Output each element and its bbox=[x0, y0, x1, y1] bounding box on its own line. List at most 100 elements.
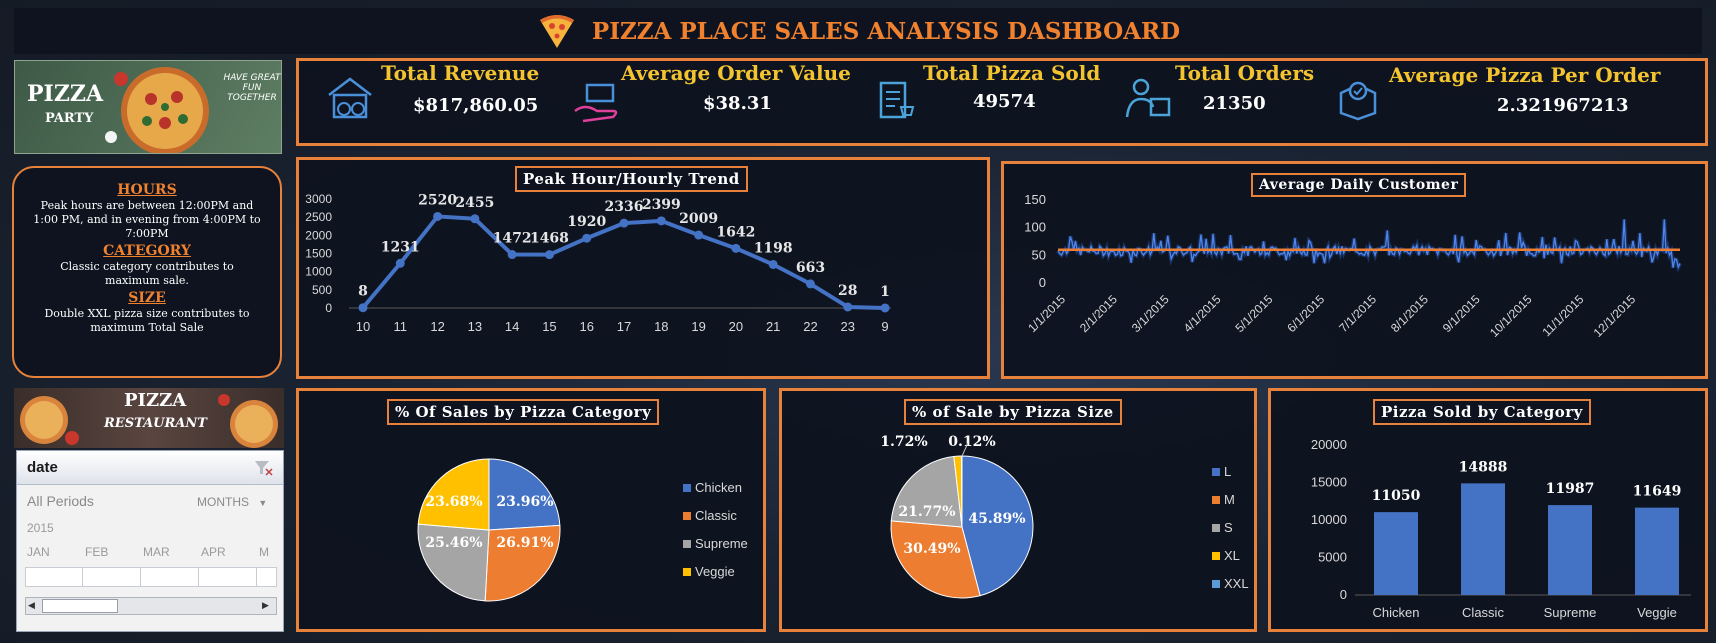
banner-tagline: HAVE GREAT FUN TOGETHER bbox=[223, 73, 281, 103]
category-pie-chart: 23.96% 26.91% 25.46% 23.68% Chicken Classic Su… bbox=[417, 458, 748, 602]
slice-label: 30.49% bbox=[903, 541, 960, 557]
x-tick-label: 12/1/2015 bbox=[1591, 292, 1639, 340]
data-point bbox=[880, 303, 890, 313]
x-tick-label: 16 bbox=[580, 319, 594, 334]
data-point bbox=[507, 250, 517, 260]
timeline-scrollbar[interactable]: ◀ ▶ bbox=[25, 597, 277, 615]
kpi-label-average-pizza-per-order: Average Pizza Per Order bbox=[1389, 63, 1661, 87]
x-tick-label: 17 bbox=[617, 319, 631, 334]
scroll-left-arrow[interactable]: ◀ bbox=[28, 600, 40, 612]
data-label: 2399 bbox=[642, 197, 681, 213]
hourly-trend-panel: Peak Hour/Hourly Trend 0 500 1000 1500 2000 2… bbox=[296, 157, 990, 379]
banner-tagline-line2: FUN TOGETHER bbox=[227, 83, 277, 103]
slice-label: 26.91% bbox=[496, 535, 553, 551]
kpi-value-total-revenue: $817,860.05 bbox=[413, 95, 539, 116]
daily-customer-panel: Average Daily Customer 0 50 100 150 1/1/2015… bbox=[1001, 161, 1708, 379]
x-tick-label: 13 bbox=[468, 319, 482, 334]
kpi-value-average-order-value: $38.31 bbox=[703, 93, 772, 114]
x-tick-label: 11 bbox=[394, 319, 408, 334]
y-tick-label: 3000 bbox=[305, 192, 332, 206]
time-level-dropdown[interactable]: MONTHS ▼ bbox=[197, 495, 267, 509]
category-pie-panel: % Of Sales by Pizza Category 23.96% 26.91… bbox=[296, 388, 766, 632]
pizza-restaurant-banner: PIZZA RESTAURANT bbox=[14, 388, 284, 448]
building-money-icon bbox=[328, 77, 372, 119]
data-label: 1198 bbox=[754, 240, 793, 256]
kpi-band: Total Revenue $817,860.05 Average Order … bbox=[296, 58, 1708, 146]
data-label: 1 bbox=[880, 284, 890, 300]
legend-swatch bbox=[1212, 496, 1220, 504]
legend-label: XXL bbox=[1224, 576, 1249, 591]
size-pie-panel: % of Sale by Pizza Size 45.89% 30.49% 21.7… bbox=[779, 388, 1257, 632]
banner-tagline-line1: HAVE GREAT bbox=[223, 73, 281, 83]
bar bbox=[1374, 512, 1418, 595]
x-tick-label: 5/1/2015 bbox=[1233, 292, 1276, 335]
category-bar-chart: 0 5000 10000 15000 20000 11050 Chicken 14888 Cla… bbox=[1311, 437, 1691, 620]
month-label: M bbox=[259, 545, 269, 559]
legend-label: S bbox=[1224, 520, 1233, 535]
y-tick-label: 500 bbox=[312, 283, 332, 297]
banner-pizza-text: PIZZA bbox=[27, 81, 104, 107]
slice-label: 23.96% bbox=[496, 494, 553, 510]
data-point bbox=[358, 303, 368, 313]
x-tick-label: 2/1/2015 bbox=[1077, 292, 1120, 335]
data-point bbox=[619, 218, 629, 228]
hand-box-icon bbox=[574, 83, 618, 123]
clear-filter-icon[interactable] bbox=[253, 459, 273, 477]
y-tick-label: 1000 bbox=[305, 265, 332, 279]
daily-line-glow bbox=[1056, 219, 1682, 273]
hourly-trend-chart: 0500100015002000250030008101231112520122… bbox=[305, 192, 891, 334]
data-point bbox=[694, 230, 704, 240]
month-label: FEB bbox=[85, 545, 109, 559]
data-point bbox=[544, 250, 554, 260]
data-label: 1231 bbox=[381, 239, 420, 255]
month-timeline-bar[interactable] bbox=[25, 567, 277, 587]
x-tick-label: 8/1/2015 bbox=[1388, 292, 1431, 335]
x-tick-label: 9/1/2015 bbox=[1440, 292, 1483, 335]
data-label: 2455 bbox=[455, 195, 494, 211]
insights-panel: HOURS Peak hours are between 12:00PM and… bbox=[12, 166, 282, 378]
y-tick-label: 150 bbox=[1024, 192, 1046, 207]
data-label: 663 bbox=[796, 260, 825, 276]
kpi-value-total-pizza-sold: 49574 bbox=[973, 91, 1036, 112]
date-slicer[interactable]: date All Periods MONTHS ▼ 2015 JAN FEB M… bbox=[16, 450, 284, 632]
data-label: 1920 bbox=[567, 214, 606, 230]
x-tick-label: 6/1/2015 bbox=[1284, 292, 1327, 335]
y-tick-label: 20000 bbox=[1311, 437, 1347, 452]
all-periods-label: All Periods bbox=[27, 493, 94, 509]
slicer-year: 2015 bbox=[27, 521, 54, 535]
x-tick-label: Veggie bbox=[1637, 605, 1677, 620]
scroll-thumb[interactable] bbox=[42, 599, 118, 613]
bar-value-label: 14888 bbox=[1459, 459, 1508, 475]
bar bbox=[1461, 483, 1505, 595]
y-tick-label: 0 bbox=[1340, 587, 1347, 602]
x-tick-label: 19 bbox=[691, 319, 705, 334]
kpi-label-total-revenue: Total Revenue bbox=[381, 61, 540, 85]
y-tick-label: 0 bbox=[1039, 275, 1046, 290]
kpi-value-average-pizza-per-order: 2.321967213 bbox=[1497, 95, 1629, 116]
x-tick-label: 20 bbox=[729, 319, 743, 334]
data-label: 8 bbox=[358, 284, 368, 300]
scroll-right-arrow[interactable]: ▶ bbox=[262, 600, 274, 612]
slicer-header: date bbox=[17, 451, 283, 485]
data-label: 1472 bbox=[493, 231, 532, 247]
size-heading: SIZE bbox=[128, 290, 166, 306]
x-tick-label: 9 bbox=[881, 319, 888, 334]
data-label: 2009 bbox=[679, 211, 718, 227]
category-text: Classic category contributes to maximum … bbox=[60, 260, 234, 287]
legend-label: M bbox=[1224, 492, 1235, 507]
size-text: Double XXL pizza size contributes to max… bbox=[44, 307, 250, 334]
slice-label: 45.89% bbox=[968, 511, 1025, 527]
x-tick-label: 23 bbox=[841, 319, 855, 334]
data-point bbox=[470, 214, 480, 224]
slicer-field-name: date bbox=[27, 459, 58, 476]
data-label: 2520 bbox=[418, 192, 457, 208]
data-label: 1468 bbox=[530, 231, 569, 247]
y-tick-label: 1500 bbox=[305, 247, 332, 261]
slice-label: 0.12% bbox=[948, 434, 995, 450]
delivery-person-icon bbox=[1125, 78, 1171, 118]
kpi-label-total-orders: Total Orders bbox=[1175, 61, 1315, 85]
slice-label: 21.77% bbox=[898, 504, 955, 520]
month-label: APR bbox=[201, 545, 226, 559]
legend-label: Supreme bbox=[695, 536, 748, 551]
data-point bbox=[843, 302, 853, 312]
